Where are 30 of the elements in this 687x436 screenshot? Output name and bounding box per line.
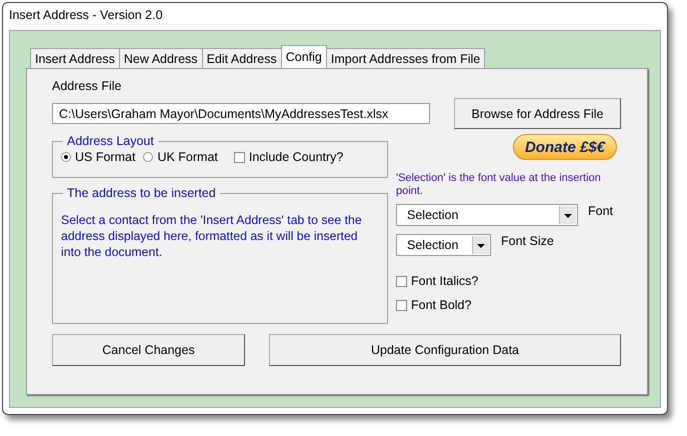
address-file-field[interactable]: C:\Users\Graham Mayor\Documents\MyAddressesTest.xlsx — [52, 103, 430, 124]
tab[interactable]: New Address — [118, 48, 203, 68]
address-file-label: Address File — [52, 79, 122, 93]
font-note: 'Selection' is the font value at the insertion point. — [396, 172, 602, 198]
group-title: The address to be inserted — [66, 186, 217, 200]
checkbox[interactable] — [396, 300, 407, 310]
checkbox[interactable] — [234, 152, 245, 162]
font-dropdown[interactable]: Selection — [396, 204, 578, 226]
window-title: Insert Address - Version 2.0 — [8, 7, 164, 24]
cancel-button[interactable]: Cancel Changes — [52, 334, 245, 366]
tab[interactable]: Insert Address — [30, 48, 120, 68]
radio-label: UK Format — [157, 150, 218, 164]
tab[interactable]: Config — [280, 45, 327, 68]
checkbox[interactable] — [396, 276, 407, 286]
tab[interactable]: Edit Address — [202, 48, 282, 68]
group-title: Address Layout — [66, 134, 155, 148]
radio-button[interactable] — [143, 152, 154, 162]
checkbox-label: Include Country? — [248, 150, 344, 164]
checkbox-label: Font Bold? — [411, 298, 472, 312]
tab[interactable]: Import Addresses from File — [326, 48, 486, 68]
font-size-dropdown[interactable]: Selection — [396, 234, 491, 256]
radio-label: US Format — [75, 150, 136, 164]
font-size-label: Font Size — [501, 234, 554, 248]
update-button[interactable]: Update Configuration Data — [269, 334, 621, 366]
checkbox-label: Font Italics? — [411, 274, 478, 288]
radio-button[interactable] — [61, 152, 71, 162]
browse-button[interactable]: Browse for Address File — [454, 98, 621, 129]
font-label: Font — [588, 204, 614, 218]
donate-button[interactable]: Donate £$€ — [513, 134, 617, 160]
preview-text: Select a contact from the 'Insert Address' tab to see the address displayed here, formatted as it will be inserted into the document. — [61, 212, 363, 260]
